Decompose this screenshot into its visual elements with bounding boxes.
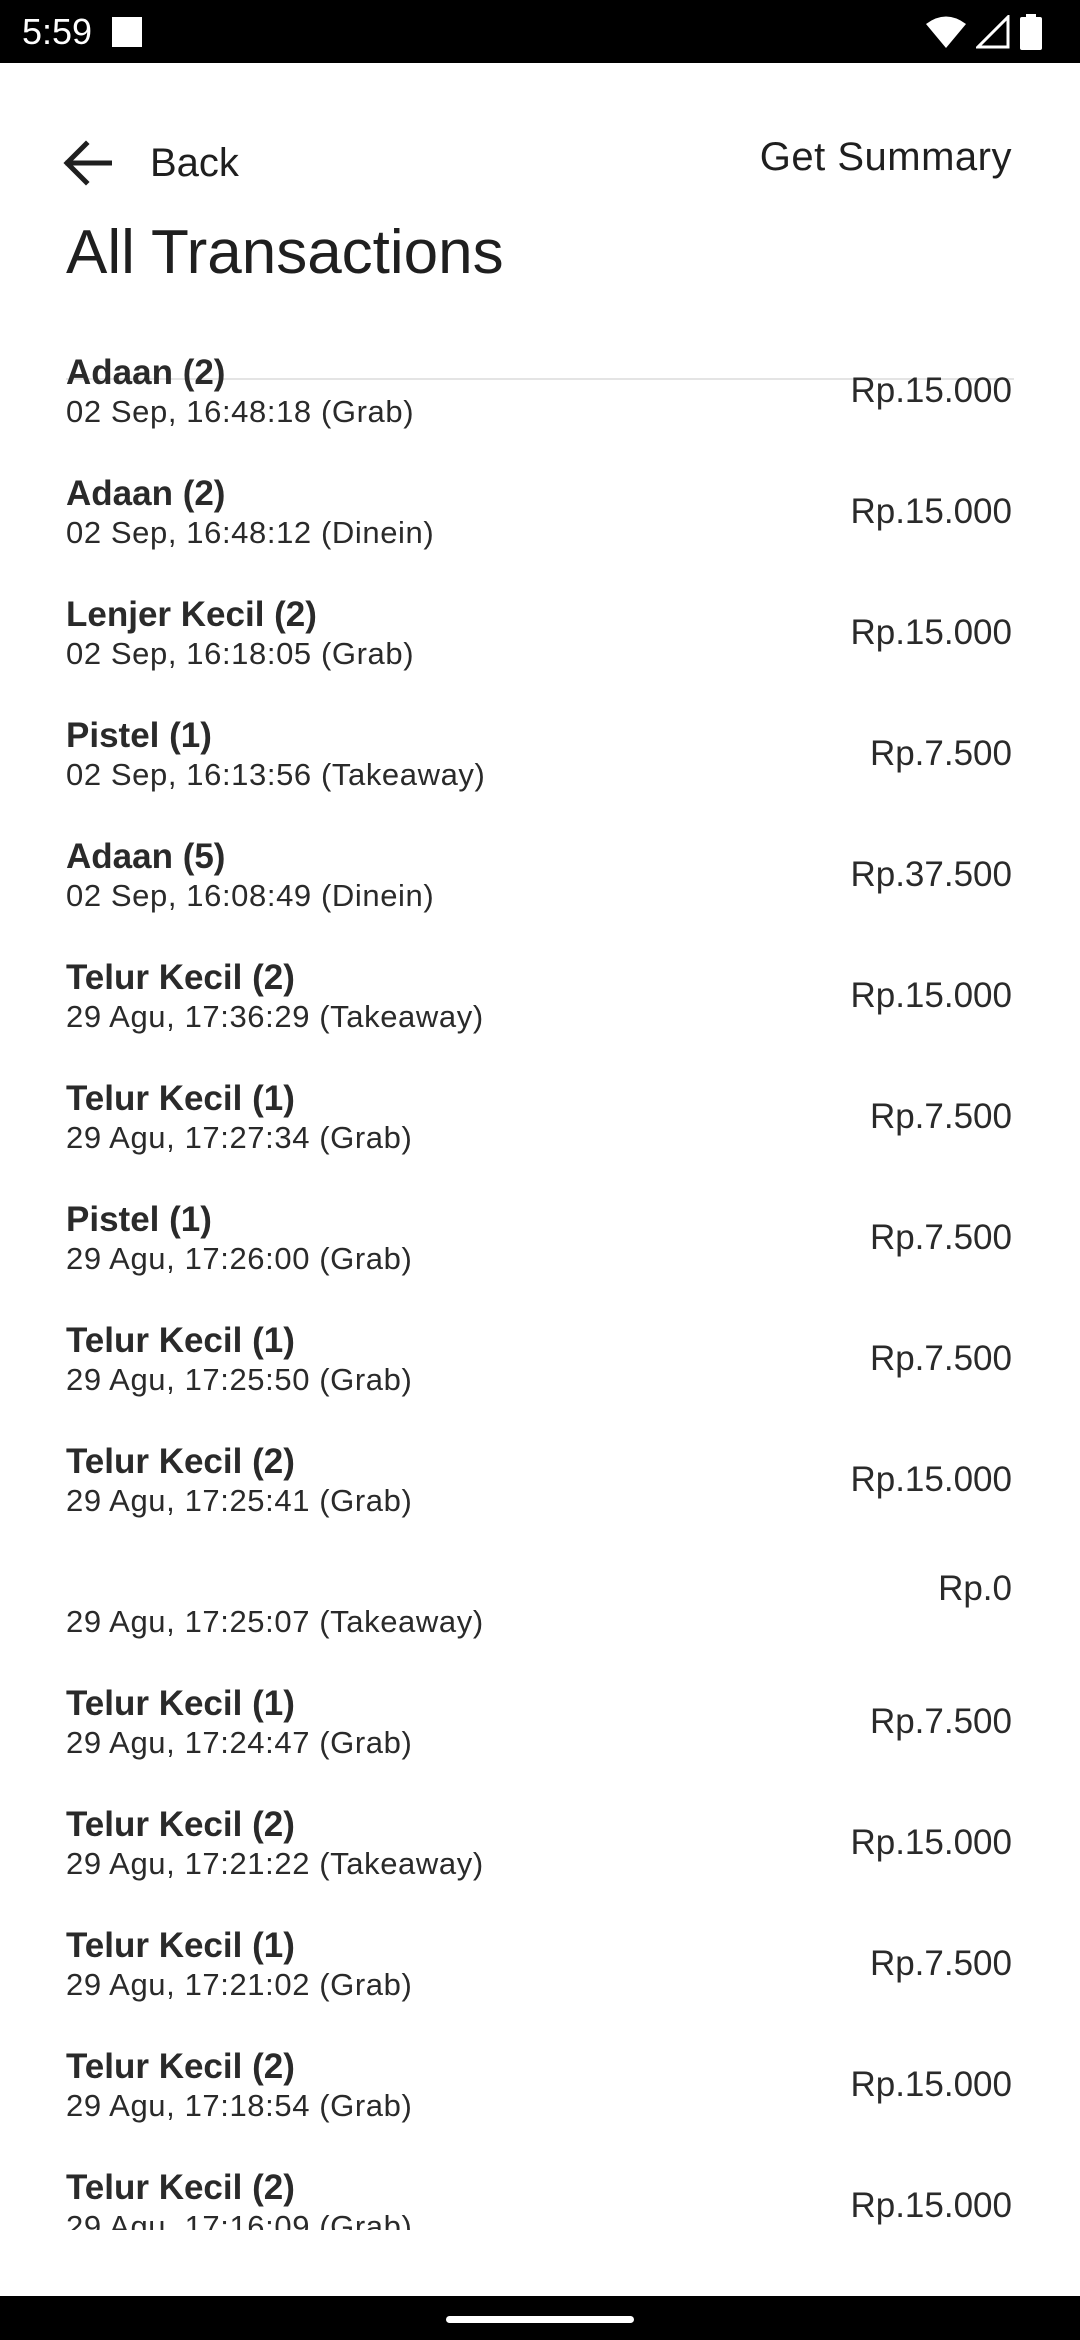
transaction-amount: Rp.15.000 — [850, 492, 1012, 531]
transaction-row[interactable]: Telur Kecil (1) 29 Agu, 17:24:47 (Grab) … — [0, 1667, 1080, 1788]
transaction-amount: Rp.7.500 — [869, 1944, 1012, 1983]
transaction-name: Telur Kecil (2) — [66, 1805, 295, 1844]
page-title: All Transactions — [66, 218, 504, 287]
transaction-row[interactable]: Telur Kecil (1) 29 Agu, 17:27:34 (Grab) … — [0, 1062, 1080, 1183]
transaction-name: Adaan (5) — [66, 837, 226, 876]
transaction-name: Telur Kecil (2) — [66, 2047, 295, 2086]
back-button[interactable]: Back — [62, 128, 239, 198]
transaction-amount: Rp.7.500 — [869, 1339, 1012, 1378]
transaction-datetime-channel: 29 Agu, 17:36:29 (Takeaway) — [66, 999, 484, 1034]
transaction-name: Pistel (1) — [66, 716, 212, 755]
transaction-name: Lenjer Kecil (2) — [66, 595, 317, 634]
transaction-datetime-channel: 02 Sep, 16:18:05 (Grab) — [66, 636, 415, 671]
transaction-list[interactable]: Adaan (2) 02 Sep, 16:48:18 (Grab) Rp.15.… — [0, 336, 1080, 2230]
transaction-name: Telur Kecil (1) — [66, 1079, 295, 1118]
transaction-row[interactable]: Adaan (2) 02 Sep, 16:48:18 (Grab) Rp.15.… — [0, 336, 1080, 457]
transaction-row[interactable]: Adaan (5) 02 Sep, 16:08:49 (Dinein) Rp.3… — [0, 820, 1080, 941]
transaction-datetime-channel: 02 Sep, 16:13:56 (Takeaway) — [66, 757, 486, 792]
transaction-amount: Rp.37.500 — [850, 855, 1012, 894]
transaction-datetime-channel: 02 Sep, 16:48:12 (Dinein) — [66, 515, 435, 550]
transaction-amount: Rp.15.000 — [850, 2186, 1012, 2225]
app-bar: Back Get Summary All Transactions — [0, 63, 1080, 380]
transaction-amount: Rp.15.000 — [850, 976, 1012, 1015]
transaction-row[interactable]: Telur Kecil (2) 29 Agu, 17:16:09 (Grab) … — [0, 2151, 1080, 2230]
transaction-amount: Rp.15.000 — [850, 1460, 1012, 1499]
transaction-datetime-channel: 29 Agu, 17:25:41 (Grab) — [66, 1483, 413, 1518]
transaction-name: Telur Kecil (2) — [66, 958, 295, 997]
transaction-row[interactable]: Telur Kecil (1) 29 Agu, 17:25:50 (Grab) … — [0, 1304, 1080, 1425]
transaction-datetime-channel: 29 Agu, 17:27:34 (Grab) — [66, 1120, 413, 1155]
transaction-amount: Rp.7.500 — [869, 1218, 1012, 1257]
transaction-name: Telur Kecil (2) — [66, 1442, 295, 1481]
notification-square-icon — [112, 17, 142, 47]
status-bar: 5:59 — [0, 0, 1080, 63]
battery-icon — [1020, 14, 1042, 50]
transaction-amount: Rp.0 — [938, 1569, 1012, 1608]
transaction-datetime-channel: 29 Agu, 17:24:47 (Grab) — [66, 1725, 413, 1760]
signal-icon — [976, 15, 1010, 49]
transaction-row[interactable]: Pistel (1) 29 Agu, 17:26:00 (Grab) Rp.7.… — [0, 1183, 1080, 1304]
transaction-datetime-channel: 29 Agu, 17:25:50 (Grab) — [66, 1362, 413, 1397]
transaction-row[interactable]: Adaan (2) 02 Sep, 16:48:12 (Dinein) Rp.1… — [0, 457, 1080, 578]
transaction-amount: Rp.15.000 — [850, 371, 1012, 410]
transaction-datetime-channel: 29 Agu, 17:16:09 (Grab) — [66, 2209, 413, 2230]
wifi-icon — [926, 16, 966, 48]
transaction-datetime-channel: 29 Agu, 17:26:00 (Grab) — [66, 1241, 413, 1276]
transaction-row[interactable]: Telur Kecil (2) 29 Agu, 17:18:54 (Grab) … — [0, 2030, 1080, 2151]
home-handle[interactable] — [446, 2316, 634, 2323]
status-icons — [926, 12, 1042, 52]
transaction-datetime-channel: 29 Agu, 17:21:22 (Takeaway) — [66, 1846, 484, 1881]
transaction-row[interactable]: Pistel (1) 02 Sep, 16:13:56 (Takeaway) R… — [0, 699, 1080, 820]
transaction-amount: Rp.7.500 — [869, 1097, 1012, 1136]
transaction-row[interactable]: Telur Kecil (2) 29 Agu, 17:36:29 (Takeaw… — [0, 941, 1080, 1062]
transaction-amount: Rp.15.000 — [850, 2065, 1012, 2104]
back-label[interactable]: Back — [150, 141, 239, 186]
transaction-row[interactable]: Telur Kecil (1) 29 Agu, 17:21:02 (Grab) … — [0, 1909, 1080, 2030]
transaction-amount: Rp.15.000 — [850, 613, 1012, 652]
transaction-row[interactable]: Telur Kecil (2) 29 Agu, 17:21:22 (Takeaw… — [0, 1788, 1080, 1909]
transaction-datetime-channel: 02 Sep, 16:48:18 (Grab) — [66, 394, 415, 429]
transaction-datetime-channel: 29 Agu, 17:18:54 (Grab) — [66, 2088, 413, 2123]
transaction-amount: Rp.15.000 — [850, 1823, 1012, 1862]
transaction-row[interactable]: Lenjer Kecil (2) 02 Sep, 16:18:05 (Grab)… — [0, 578, 1080, 699]
transaction-name: Pistel (1) — [66, 1200, 212, 1239]
transaction-name: Adaan (2) — [66, 353, 226, 392]
transaction-datetime-channel: 29 Agu, 17:25:07 (Takeaway) — [66, 1604, 484, 1639]
navigation-bar — [0, 2296, 1080, 2340]
transaction-datetime-channel: 02 Sep, 16:08:49 (Dinein) — [66, 878, 435, 913]
transaction-row[interactable]: 29 Agu, 17:25:07 (Takeaway) Rp.0 — [0, 1546, 1080, 1667]
transaction-name: Telur Kecil (1) — [66, 1926, 295, 1965]
status-time: 5:59 — [22, 11, 93, 52]
transaction-amount: Rp.7.500 — [869, 1702, 1012, 1741]
back-arrow-icon[interactable] — [62, 128, 134, 198]
transaction-name: Telur Kecil (1) — [66, 1684, 295, 1723]
transaction-name: Telur Kecil (1) — [66, 1321, 295, 1360]
transaction-amount: Rp.7.500 — [869, 734, 1012, 773]
transaction-row[interactable]: Telur Kecil (2) 29 Agu, 17:25:41 (Grab) … — [0, 1425, 1080, 1546]
transaction-name: Telur Kecil (2) — [66, 2168, 295, 2207]
transaction-name: Adaan (2) — [66, 474, 226, 513]
get-summary-button[interactable]: Get Summary — [760, 135, 1012, 180]
transaction-datetime-channel: 29 Agu, 17:21:02 (Grab) — [66, 1967, 413, 2002]
